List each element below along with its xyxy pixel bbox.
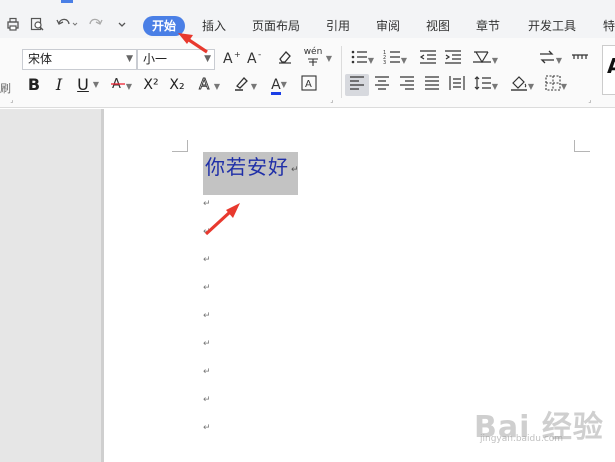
baidu-watermark-url: jingyan.baidu.com — [480, 434, 564, 444]
arrow-icon — [178, 33, 208, 54]
annotation-layer — [178, 33, 240, 236]
arrow-icon — [204, 203, 240, 236]
